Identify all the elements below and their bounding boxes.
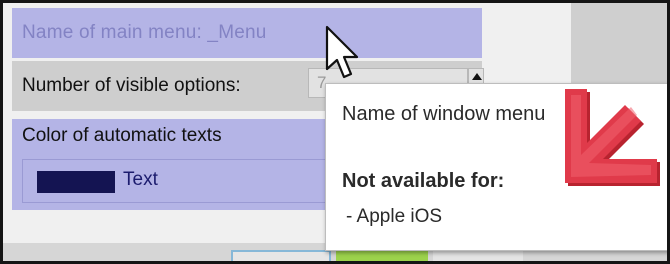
tooltip-platform-item: - Apple iOS: [346, 206, 443, 227]
menu-name-field[interactable]: Name of main menu: _Menu: [22, 22, 267, 44]
help-button[interactable]: [231, 250, 331, 261]
tooltip-heading: Not available for:: [342, 170, 505, 192]
ok-button[interactable]: [336, 250, 428, 261]
color-swatch[interactable]: [37, 171, 115, 193]
auto-text-color-label: Color of automatic texts: [22, 125, 222, 146]
cancel-button[interactable]: [433, 250, 523, 261]
mouse-pointer-icon: [325, 25, 359, 79]
red-arrow-icon: [565, 89, 660, 186]
menu-name-row: Name of main menu: _Menu: [12, 8, 482, 58]
color-picker[interactable]: Text: [22, 159, 327, 203]
color-sample-text: Text: [123, 169, 158, 190]
tooltip-title: Name of window menu: [342, 103, 546, 125]
visible-options-label: Number of visible options:: [22, 75, 241, 96]
options-dialog: Name of main menu: _Menu Number of visib…: [0, 0, 670, 264]
